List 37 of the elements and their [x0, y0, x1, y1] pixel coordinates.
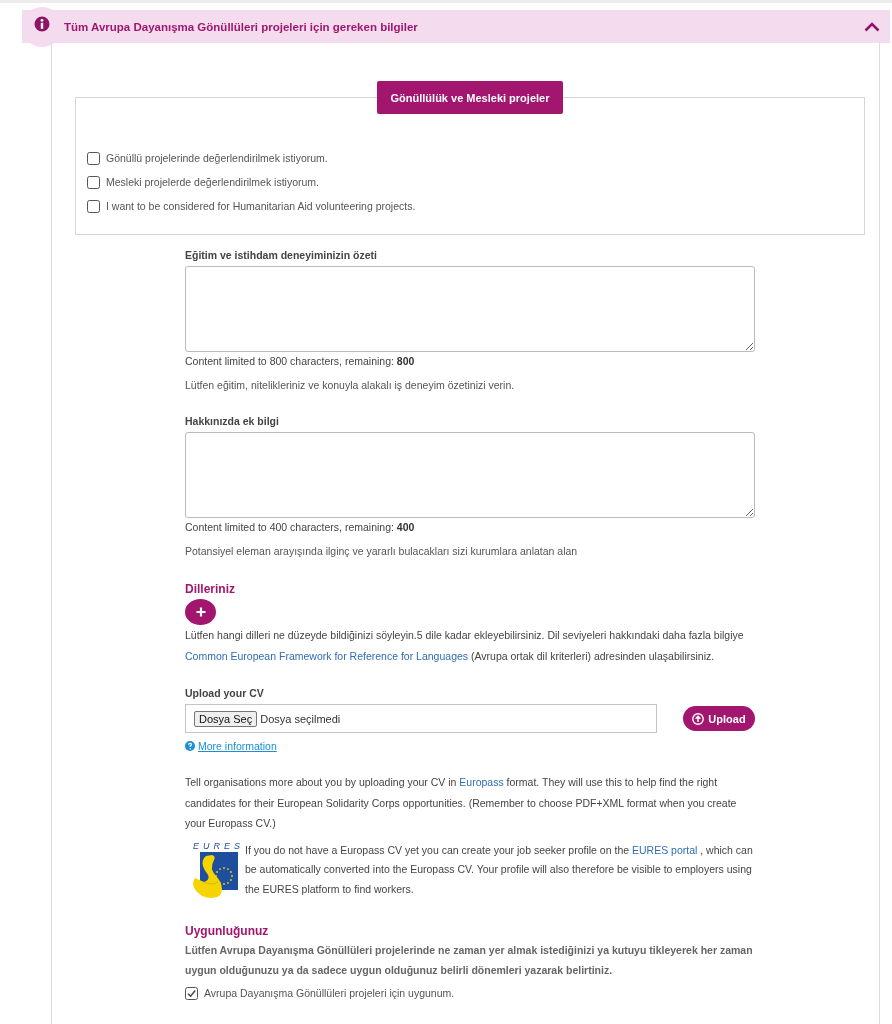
checkbox-label: I want to be considered for Humanitarian Aid volunteering projects. [106, 200, 416, 213]
field-label: Eğitim ve istihdam deneyiminizin özeti [185, 248, 378, 262]
character-counter: Content limited to 800 characters, remaining: 800 [185, 354, 416, 368]
europass-link[interactable]: Europass [459, 776, 504, 788]
logo-text: EURES [193, 840, 244, 852]
upload-button[interactable]: Upload [683, 706, 755, 731]
more-information-link[interactable]: More information [185, 739, 277, 753]
field-hint: Potansiyel eleman arayışında ilginç ve yararlı bulacakları sizi kurumlara anlatan alan [185, 544, 579, 558]
checkbox-label: Avrupa Dayanışma Gönüllüleri projeleri için uygunum. [204, 987, 455, 1000]
checkbox[interactable] [87, 176, 100, 189]
character-counter: Content limited to 400 characters, remaining: 400 [185, 520, 416, 534]
projects-legend-button[interactable]: Gönüllülük ve Mesleki projeler [376, 81, 564, 114]
chevron-up-icon [864, 21, 880, 32]
help-icon [185, 741, 195, 751]
checkbox-label: Mesleki projelerde değerlendirilmek istiyorum. [106, 176, 319, 189]
checkbox-label: Gönüllü projelerinde değerlendirilmek istiyorum. [106, 152, 328, 165]
section-heading: Uygunluğunuz [185, 923, 270, 939]
eures-info-text: If you do not have a Europass CV yet you can create your job seeker profile on the EURES portal , which can be automatically converted into the Europass CV. Your profile will also therefore be visible to employers using the EURES platform to find workers. [245, 842, 754, 897]
field-label: Hakkınızda ek bilgi [185, 414, 280, 428]
field-hint: Lütfen eğitim, nitelikleriniz ve konuyla alakalı iş deneyim özetinizi verin. [185, 378, 516, 392]
plus-icon [195, 607, 206, 617]
section-heading: Dilleriniz [185, 581, 236, 597]
field-label: Upload your CV [185, 686, 265, 700]
availability-instructions: Lütfen Avrupa Dayanışma Gönüllüleri projelerinde ne zaman yer almak istediğinizi ya kutuyu tikleyerek her zaman uygun olduğunuzu ya da sadece uygun olduğunuz belirli dönemleri yazarak belirtiniz. [185, 943, 754, 978]
checkbox[interactable] [185, 987, 198, 1000]
choose-file-button[interactable]: Dosya Seç [194, 710, 258, 727]
file-status-text: Dosya seçilmedi [260, 712, 341, 725]
add-language-button[interactable] [185, 599, 216, 625]
europass-info-text: Tell organisations more about you by uploading your CV in Europass format. They will use this to help find the right candidates for their European Solidarity Corps opportunities. (Remember to choose PDF+XML format when you create your Europass CV.) [185, 775, 738, 831]
languages-hint: Lütfen hangi dilleri ne düzeyde bildiğinizi söyleyin.5 dile kadar ekleyebilirsiniz. Dil seviyeleri hakkındaki daha fazla bilgiye Common European Framework for Reference for Languages (Avrupa ortak dil kriterleri) adresinden ulaşabilirsiniz. [185, 628, 745, 664]
cefr-link[interactable]: Common European Framework for Reference for Languages [185, 649, 469, 662]
checkbox[interactable] [87, 152, 100, 165]
hand-emblem-icon [192, 851, 240, 899]
upload-icon [692, 712, 705, 725]
file-input-field[interactable]: Dosya Seç Dosya seçilmedi [185, 704, 657, 733]
eures-portal-link[interactable]: EURES portal [632, 843, 698, 856]
checkbox[interactable] [87, 200, 100, 213]
